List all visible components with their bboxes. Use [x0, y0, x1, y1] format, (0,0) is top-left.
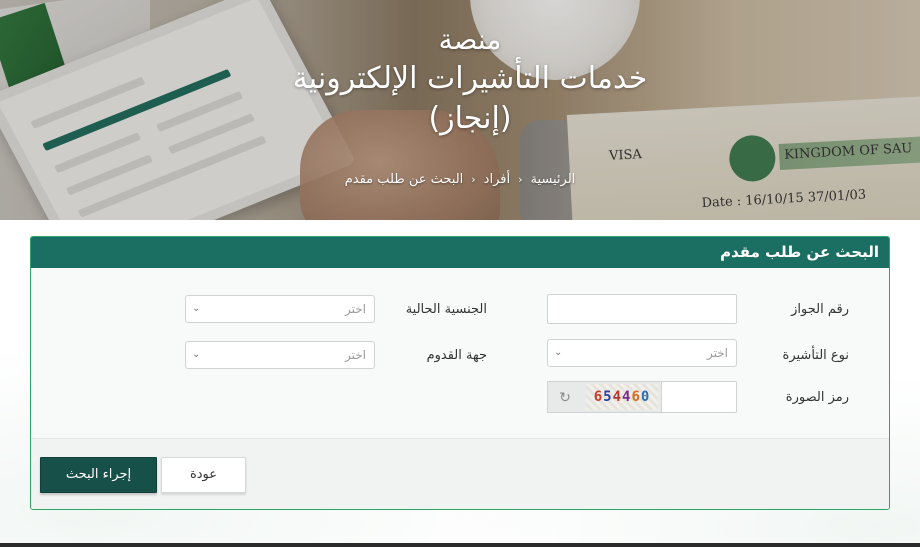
breadcrumb-item-individuals[interactable]: أفراد [484, 172, 510, 187]
visa-type-select[interactable]: اختر ⌄ [547, 339, 737, 367]
captcha-image: 654460 [586, 384, 658, 410]
form-body: رقم الجواز الجنسية الحالية اختر ⌄ نوع ال… [31, 268, 889, 438]
chevron-down-icon: ⌄ [554, 347, 563, 358]
chevron-down-icon: ⌄ [192, 349, 201, 360]
hero-title-line1: منصة [438, 23, 502, 56]
passport-number-input[interactable] [547, 294, 737, 324]
visa-type-label: نوع التأشيرة [782, 348, 849, 363]
arrival-select-value: اختر [345, 348, 366, 362]
breadcrumb-separator-icon: ‹ [518, 173, 523, 186]
hero-banner: VISA KINGDOM OF SAU Date : 16/10/15 37/0… [0, 0, 920, 220]
chevron-down-icon: ⌄ [192, 303, 201, 314]
breadcrumb-item-current: البحث عن طلب مقدم [344, 172, 464, 187]
nationality-select[interactable]: اختر ⌄ [185, 295, 375, 323]
refresh-icon[interactable]: ↻ [556, 389, 574, 407]
breadcrumb: الرئيسية ‹ أفراد ‹ البحث عن طلب مقدم [300, 172, 620, 187]
hero-title-line2: خدمات التأشيرات الإلكترونية [292, 61, 648, 96]
search-button[interactable]: إجراء البحث [40, 457, 157, 493]
bottom-divider [0, 543, 920, 547]
search-form-card: البحث عن طلب مقدم رقم الجواز الجنسية الح… [30, 236, 890, 510]
passport-label: رقم الجواز [791, 302, 849, 317]
form-title: البحث عن طلب مقدم [31, 237, 889, 268]
arrival-label: جهة القدوم [426, 348, 487, 363]
captcha-box: ↻ 654460 [547, 381, 662, 413]
visa-type-select-value: اختر [707, 346, 728, 360]
captcha-input[interactable] [660, 381, 737, 413]
captcha-label: رمز الصورة [785, 390, 849, 405]
hero-title-line3: (إنجاز) [428, 101, 512, 136]
nationality-label: الجنسية الحالية [405, 302, 487, 317]
arrival-select[interactable]: اختر ⌄ [185, 341, 375, 369]
form-actions: إجراء البحث عودة [31, 438, 889, 509]
hero-title: منصة خدمات التأشيرات الإلكترونية (إنجاز) [260, 22, 680, 138]
breadcrumb-separator-icon: ‹ [471, 173, 476, 186]
back-button[interactable]: عودة [161, 457, 246, 493]
breadcrumb-item-home[interactable]: الرئيسية [530, 172, 575, 187]
nationality-select-value: اختر [345, 302, 366, 316]
